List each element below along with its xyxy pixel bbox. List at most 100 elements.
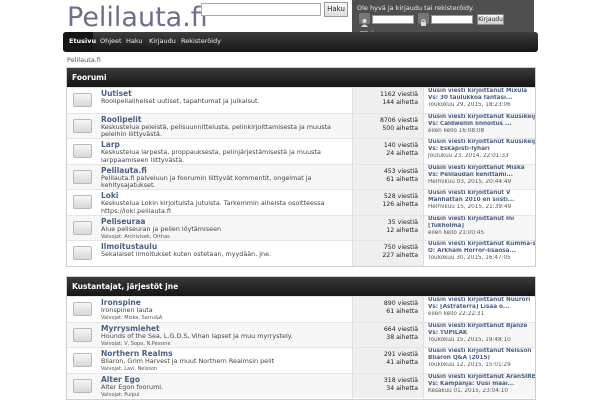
last-post-date: Toukokuu 29, 2015, 18:23:06 bbox=[428, 102, 511, 108]
user-icon bbox=[359, 13, 370, 27]
forum-row: Larp Keskustelua larpesta, proppauksesta… bbox=[67, 138, 535, 164]
last-post-date: Toukokuu 12, 2015, 15:01:29 bbox=[428, 362, 511, 368]
last-post-topic[interactable]: O: Arkham Horror-lisäosa... bbox=[428, 248, 535, 255]
forum-section: Foorumi Uutiset Roolipelialiheiset uutis… bbox=[66, 67, 536, 267]
last-post-topic[interactable]: Vs: 30 taulukkoa fantasi... bbox=[428, 95, 535, 102]
forum-description: Bliaron, Grim Harvest ja muut Northern R… bbox=[101, 357, 275, 365]
forum-row: Alter Ego Alter Egon foorumi. Valvojat: … bbox=[67, 372, 535, 398]
board-icon bbox=[73, 144, 92, 158]
post-count: 291 viestiä bbox=[383, 351, 418, 358]
forum-description: Ironspinen lauta bbox=[101, 306, 153, 314]
section-header[interactable]: Foorumi bbox=[67, 68, 535, 87]
forum-description: Keskustelua Lokin kirjoituista jutuista.… bbox=[101, 199, 325, 215]
forum-row: Northern Realms Bliaron, Grim Harvest ja… bbox=[67, 347, 535, 373]
last-post-date: eilen kello 21:00:45 bbox=[428, 229, 485, 236]
topic-count: 61 aihetta bbox=[386, 175, 418, 183]
nav-item-kirjaudu[interactable]: Kirjaudu bbox=[149, 32, 176, 52]
last-post-topic[interactable]: Vs: Pelilaudan kehittämi... bbox=[428, 172, 535, 179]
last-post-topic[interactable]: Manhattan 2010 en siisti... bbox=[428, 197, 535, 204]
board-icon bbox=[73, 220, 92, 235]
search-input[interactable] bbox=[201, 3, 321, 16]
forum-stats: 291 viestiä 41 aihetta bbox=[352, 348, 424, 373]
forum-stats: 140 viestiä 24 aihetta bbox=[352, 139, 424, 164]
lock-icon bbox=[418, 13, 429, 26]
last-post-date: eilen kello 16:08:08 bbox=[428, 127, 485, 134]
last-post-date: Toukokuu 15, 2015, 19:48:10 bbox=[428, 336, 511, 343]
password-field[interactable] bbox=[431, 15, 473, 24]
username-field[interactable] bbox=[372, 15, 414, 24]
post-count: 1162 viestiä bbox=[379, 91, 418, 98]
nav-item-haku[interactable]: Haku bbox=[126, 32, 143, 52]
forum-moderators[interactable]: Valvojat: Miska, Sarru&A bbox=[101, 315, 162, 321]
login-prompt: Ole hyvä ja kirjaudu tai rekisteröidy. bbox=[357, 4, 475, 12]
last-post-topic[interactable]: Vs: [Astraterra] Lisää o... bbox=[428, 304, 535, 311]
forum-description: Roolipelialiheiset uutiset, tapahtumat j… bbox=[101, 97, 260, 105]
site-title[interactable]: Pelilauta.fi bbox=[67, 2, 208, 33]
last-post-date: Joulukuu 23, 2014, 22:01:33 bbox=[428, 153, 509, 159]
forum-row: Uutiset Roolipelialiheiset uutiset, tapa… bbox=[67, 87, 535, 113]
last-post-author[interactable]: Uusin viesti kirjoittanut Miska bbox=[428, 165, 535, 172]
board-icon bbox=[73, 378, 92, 393]
forum-description: Sekalaiset ilmoitukset kuten ostetaan, m… bbox=[101, 250, 272, 258]
last-post-author[interactable]: Uusin viesti kirjoittanut Bjanze bbox=[428, 323, 535, 330]
post-count: 890 viestiä bbox=[383, 300, 418, 307]
post-count: 8706 viestiä bbox=[379, 116, 418, 124]
forum-description: Keskustelua larpesta, proppauksesta, pel… bbox=[101, 148, 321, 164]
last-post-author[interactable]: Uusin viesti kirjoittanut Kumma-setä bbox=[428, 241, 535, 248]
last-post: Uusin viesti kirjoittanut Mixula Vs: 30 … bbox=[428, 88, 535, 109]
forum-stats: 528 viestiä 126 aihetta bbox=[352, 190, 424, 215]
forum-moderators[interactable]: Valvojat: V, Sope, N.Pessine bbox=[101, 341, 171, 347]
last-post-author[interactable]: Uusin viesti kirjoittanut Kuusikeiju bbox=[428, 139, 535, 146]
main-nav: Etusivu Ohjeet Haku Kirjaudu Rekisteröid… bbox=[63, 32, 538, 52]
last-post: Uusin viesti kirjoittanut Bjanze Vs: TUP… bbox=[428, 323, 535, 344]
login-button[interactable]: Kirjaudu bbox=[477, 14, 504, 25]
topic-count: 38 aihetta bbox=[386, 333, 418, 341]
last-post-author[interactable]: Uusin viesti kirjoittanut Mixula bbox=[428, 88, 535, 95]
nav-item-ohjeet[interactable]: Ohjeet bbox=[100, 32, 122, 52]
last-post: Uusin viesti kirjoittanut V Manhattan 20… bbox=[428, 190, 535, 211]
post-count: 140 viestiä bbox=[383, 142, 418, 149]
board-icon bbox=[73, 93, 92, 107]
last-post-topic[interactable]: [Tukholma] bbox=[428, 223, 535, 230]
last-post-topic[interactable]: Vs: TUPILAK bbox=[428, 330, 535, 337]
forum-description: Hounds of the Sea, L.G.D.S, Vihan lapset… bbox=[101, 331, 293, 340]
site-header: Pelilauta.fi Haku Ole hyvä ja kirjaudu t… bbox=[0, 0, 600, 60]
forum-moderators[interactable]: Valvojat: Lavi, Nelsson bbox=[101, 366, 157, 372]
forum-moderators[interactable]: Valvojat: Archivisek, Orthas bbox=[101, 234, 170, 240]
forum-row: Loki Keskustelua Lokin kirjoituista jutu… bbox=[67, 189, 535, 215]
board-icon bbox=[73, 302, 92, 316]
forum-description: Alter Egon foorumi. bbox=[101, 382, 164, 391]
nav-item-rekisteroidy[interactable]: Rekisteröidy bbox=[181, 32, 221, 52]
last-post: Uusin viesti kirjoittanut AranSIRE Vs: K… bbox=[428, 374, 535, 395]
search-button[interactable]: Haku bbox=[324, 2, 348, 17]
last-post-author[interactable]: Uusin viesti kirjoittanut V bbox=[428, 190, 535, 197]
last-post-author[interactable]: Uusin viesti kirjoittanut Nuuröri bbox=[428, 297, 535, 304]
forum-moderators[interactable]: Valvojat: Puipui bbox=[101, 392, 139, 398]
forum-description: Pelilauta.fi palveluun ja foorumin liitt… bbox=[101, 173, 312, 190]
last-post-topic[interactable]: Bliaron Q&A (2015) bbox=[428, 355, 535, 362]
last-post-topic[interactable]: Vs: Eskapisti-lyhäri bbox=[428, 146, 535, 153]
last-post: Uusin viesti kirjoittanut Nelsson Bliaro… bbox=[428, 348, 535, 369]
forum-row: Peliseuraa Alue peliseuran ja pelien löy… bbox=[67, 214, 535, 240]
forum-description: Keskustelua peleistä, pelisuunnittelusta… bbox=[101, 122, 331, 139]
forum-stats: 35 viestiä 12 aihetta bbox=[352, 215, 424, 240]
last-post-author[interactable]: Uusin viesti kirjoittanut Ini bbox=[428, 216, 535, 223]
last-post-author[interactable]: Uusin viesti kirjoittanut Nelsson bbox=[428, 348, 535, 355]
forum-section: Kustantajat, järjestöt jne Ironspine Iro… bbox=[66, 276, 536, 400]
forum-stats: 8706 viestiä 500 aihetta bbox=[352, 113, 424, 138]
nav-item-etusivu[interactable]: Etusivu bbox=[63, 32, 96, 52]
topic-count: 12 aihetta bbox=[386, 226, 418, 234]
breadcrumb[interactable]: Pelilauta.fi bbox=[67, 56, 101, 64]
topic-count: 227 aihetta bbox=[382, 252, 418, 259]
topic-count: 144 aihetta bbox=[382, 99, 418, 106]
last-post-author[interactable]: Uusin viesti kirjoittanut AranSIRE bbox=[428, 374, 535, 381]
board-icon bbox=[73, 353, 92, 367]
last-post-topic[interactable]: Vs: Kampanja: Uusi maai... bbox=[428, 381, 535, 388]
last-post-topic[interactable]: Vs: Caldwellin linnoitus ... bbox=[428, 121, 535, 128]
last-post: Uusin viesti kirjoittanut Kuusikeiju Vs:… bbox=[428, 139, 535, 160]
last-post: Uusin viesti kirjoittanut Ini [Tukholma]… bbox=[428, 216, 535, 237]
last-post: Uusin viesti kirjoittanut Miska Vs: Peli… bbox=[428, 165, 535, 186]
section-header[interactable]: Kustantajat, järjestöt jne bbox=[67, 277, 535, 296]
last-post-author[interactable]: Uusin viesti kirjoittanut Kuusikeiju bbox=[428, 114, 535, 121]
forum-stats: 318 viestiä 34 aihetta bbox=[352, 373, 424, 398]
